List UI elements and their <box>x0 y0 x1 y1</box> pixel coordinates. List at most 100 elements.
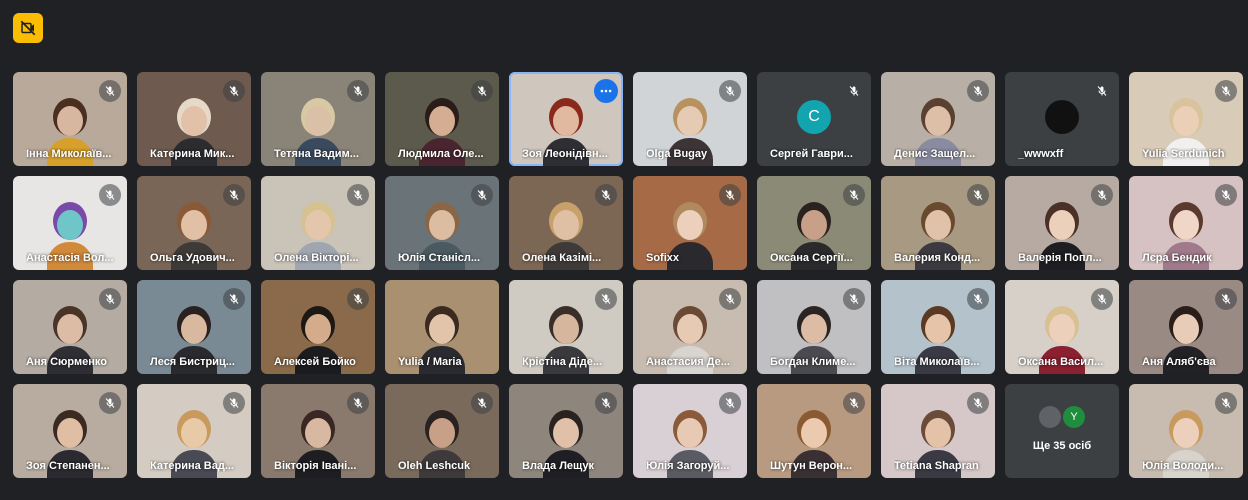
participant-tile[interactable]: Валерия Конд... <box>881 176 995 270</box>
participant-name: Лєра Бендик <box>1142 252 1212 264</box>
participant-tile[interactable]: Олена Вікторі... <box>261 176 375 270</box>
participant-tile[interactable]: Валерія Попл... <box>1005 176 1119 270</box>
mic-off-icon <box>99 288 121 310</box>
participant-tile[interactable]: Зоя Степанен... <box>13 384 127 478</box>
mic-off-icon <box>1215 184 1237 206</box>
participant-tile[interactable]: Sofixx <box>633 176 747 270</box>
participant-tile[interactable]: _wwwxff <box>1005 72 1119 166</box>
participant-tile[interactable]: Зоя Леонідівн... <box>509 72 623 166</box>
participant-name: Богдан Климе... <box>770 356 856 368</box>
mic-off-icon <box>1215 392 1237 414</box>
participant-name: Шутун Верон... <box>770 460 853 472</box>
participant-tile[interactable]: Катерина Мик... <box>137 72 251 166</box>
mic-off-icon <box>843 184 865 206</box>
participant-avatar: Y <box>1063 406 1085 428</box>
mic-off-icon <box>223 184 245 206</box>
participant-tile[interactable]: Yulia / Maria <box>385 280 499 374</box>
participant-name: Олена Казімі... <box>522 252 602 264</box>
mic-off-icon <box>967 288 989 310</box>
participant-tile[interactable]: Катерина Вад... <box>137 384 251 478</box>
participant-tile[interactable]: Тетяна Вадим... <box>261 72 375 166</box>
mic-off-icon <box>595 288 617 310</box>
participant-name: Аня Сюрменко <box>26 356 107 368</box>
participant-name: Тетяна Вадим... <box>274 148 359 160</box>
participant-tile[interactable]: Богдан Климе... <box>757 280 871 374</box>
participant-tile[interactable]: Денис Защел... <box>881 72 995 166</box>
participant-name: Tetiana Shapran <box>894 460 979 472</box>
more-participants-tile[interactable]: Y Ще 35 осіб <box>1005 384 1119 478</box>
participant-tile[interactable]: Юлія Володи... <box>1129 384 1243 478</box>
participant-name: Анастасия Де... <box>646 356 730 368</box>
participant-tile[interactable]: Вікторія Івані... <box>261 384 375 478</box>
more-participants-label: Ще 35 осіб <box>1032 440 1092 452</box>
mic-off-icon <box>719 392 741 414</box>
participant-name: Юлія Загоруй... <box>646 460 730 472</box>
mic-off-icon <box>99 80 121 102</box>
participant-name: Катерина Мик... <box>150 148 235 160</box>
participant-tile[interactable]: Olga Bugay <box>633 72 747 166</box>
participant-avatar <box>1045 100 1079 135</box>
mic-off-icon <box>719 80 741 102</box>
participant-tile[interactable]: Людмила Оле... <box>385 72 499 166</box>
participant-avatar: C <box>797 100 831 135</box>
more-options-icon[interactable] <box>594 79 618 103</box>
participant-tile[interactable]: Анастасія Вол... <box>13 176 127 270</box>
mic-off-icon <box>719 288 741 310</box>
participant-tile[interactable]: Oleh Leshcuk <box>385 384 499 478</box>
participant-name: Леся Бистриц... <box>150 356 235 368</box>
participant-avatar <box>1039 406 1061 428</box>
participant-name: Юлія Володи... <box>1142 460 1224 472</box>
participant-tile[interactable]: Олена Казімі... <box>509 176 623 270</box>
participant-name: Ольга Удович... <box>150 252 235 264</box>
participant-name: Юлія Станісл... <box>398 252 481 264</box>
participant-name: Вікторія Івані... <box>274 460 357 472</box>
participant-tile[interactable]: Лєра Бендик <box>1129 176 1243 270</box>
participant-tile[interactable]: C Сергей Гаври... <box>757 72 871 166</box>
participant-name: Sofixx <box>646 252 680 264</box>
mic-off-icon <box>843 80 865 102</box>
participant-name: Yulia / Maria <box>398 356 462 368</box>
participant-tile[interactable]: Крістіна Діде... <box>509 280 623 374</box>
participant-name: _wwwxff <box>1018 148 1064 160</box>
participant-tile[interactable]: Шутун Верон... <box>757 384 871 478</box>
participant-tile[interactable]: Анастасия Де... <box>633 280 747 374</box>
mic-off-icon <box>347 392 369 414</box>
mic-off-icon <box>843 288 865 310</box>
participant-name: Анастасія Вол... <box>26 252 114 264</box>
participant-tile[interactable]: Оксана Сергії... <box>757 176 871 270</box>
participant-tile[interactable]: Yulia Serdunich <box>1129 72 1243 166</box>
participant-name: Аня Аляб'єва <box>1142 356 1216 368</box>
participant-name: Валерия Конд... <box>894 252 981 264</box>
participant-tile[interactable]: Віта Миколаїв... <box>881 280 995 374</box>
participant-tile[interactable]: Алексей Бойко <box>261 280 375 374</box>
participant-tile[interactable]: Юлія Станісл... <box>385 176 499 270</box>
more-avatars: Y <box>1039 406 1085 428</box>
participant-tile[interactable]: Оксана Васил... <box>1005 280 1119 374</box>
participant-tile[interactable]: Аня Аляб'єва <box>1129 280 1243 374</box>
participant-tile[interactable]: Леся Бистриц... <box>137 280 251 374</box>
participant-tile[interactable]: Tetiana Shapran <box>881 384 995 478</box>
participant-tile[interactable]: Інна Миколаїв... <box>13 72 127 166</box>
participant-name: Зоя Степанен... <box>26 460 110 472</box>
participant-name: Олена Вікторі... <box>274 252 359 264</box>
mic-off-icon <box>967 80 989 102</box>
participant-tile[interactable]: Юлія Загоруй... <box>633 384 747 478</box>
participant-grid: Інна Миколаїв... Катерина Мик... Тетяна Ва… <box>13 72 1243 478</box>
mic-off-icon <box>99 184 121 206</box>
participant-name: Yulia Serdunich <box>1142 148 1225 160</box>
participant-tile[interactable]: Аня Сюрменко <box>13 280 127 374</box>
mic-off-icon <box>347 80 369 102</box>
participant-name: Валерія Попл... <box>1018 252 1102 264</box>
camera-off-button[interactable] <box>13 13 43 43</box>
mic-off-icon <box>223 392 245 414</box>
mic-off-icon <box>843 392 865 414</box>
participant-name: Оксана Сергії... <box>770 252 853 264</box>
participant-name: Oleh Leshcuk <box>398 460 471 472</box>
participant-name: Алексей Бойко <box>274 356 356 368</box>
participant-tile[interactable]: Ольга Удович... <box>137 176 251 270</box>
mic-off-icon <box>223 288 245 310</box>
participant-name: Інна Миколаїв... <box>26 148 112 160</box>
participant-name: Зоя Леонідівн... <box>522 148 608 160</box>
participant-tile[interactable]: Влада Лещук <box>509 384 623 478</box>
mic-off-icon <box>471 392 493 414</box>
